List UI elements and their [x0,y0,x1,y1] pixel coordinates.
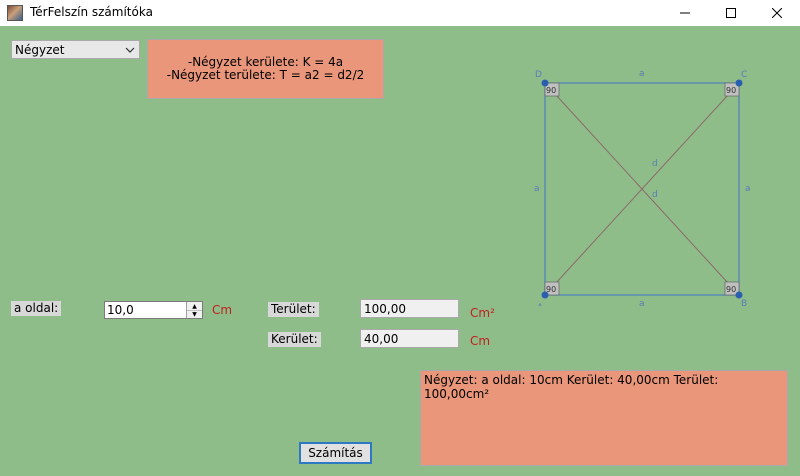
diag-label-1: d [652,159,658,169]
formula-area: -Négyzet területe: T = a2 = d2/2 [166,68,365,82]
side-unit: Cm [212,303,233,317]
side-label-top: a [639,69,645,79]
perimeter-output-value: 40,00 [364,332,399,346]
window-title: TérFelszín számítóka [30,5,153,19]
area-output-value: 100,00 [364,302,406,316]
title-bar: TérFelszín számítóka [0,0,800,26]
result-textbox[interactable]: Négyzet: a oldal: 10cm Kerület: 40,00cm … [420,370,788,466]
close-button[interactable] [754,0,800,26]
area-label: Terület: [268,302,319,317]
vertex-label-a: A [537,303,544,306]
vertex-label-b: B [741,299,747,306]
vertex-label-c: C [741,70,747,80]
calculate-button[interactable]: Számítás [299,442,372,464]
chevron-down-icon [125,47,135,53]
minimize-button[interactable] [662,0,708,26]
shape-select[interactable]: Négyzet [11,40,140,59]
diag-label-2: d [652,190,658,200]
side-label-left: a [534,184,540,194]
maximize-button[interactable] [708,0,754,26]
vertex-b [735,291,743,299]
maximize-icon [726,8,736,18]
formula-info-box: -Négyzet kerülete: K = 4a -Négyzet terül… [147,39,384,99]
side-input[interactable]: 10,0 ▲ ▼ [104,301,203,319]
shape-select-value: Négyzet [15,43,65,57]
app-icon [7,5,23,21]
vertex-d [541,79,549,87]
vertex-label-d: D [535,70,542,80]
side-spinner: ▲ ▼ [186,302,202,318]
vertex-c [735,79,743,87]
angle-label-b: 90 [726,285,736,294]
side-input-value: 10,0 [107,303,134,317]
perimeter-unit: Cm [470,334,491,348]
angle-label-c: 90 [726,86,736,95]
perimeter-label: Kerület: [268,332,321,347]
side-label-bottom: a [639,299,645,306]
side-label: a oldal: [11,301,62,316]
minimize-icon [680,12,690,14]
result-text: Négyzet: a oldal: 10cm Kerület: 40,00cm … [424,373,719,401]
close-icon [772,8,782,18]
client-area: Négyzet -Négyzet kerülete: K = 4a -Négyz… [0,26,800,476]
angle-label-d: 90 [546,86,556,95]
vertex-a [541,291,549,299]
area-unit: Cm² [470,306,495,320]
perimeter-output[interactable]: 40,00 [360,329,459,348]
square-diagram: 90 90 90 90 D C A B a a a a d d [534,69,751,306]
area-output[interactable]: 100,00 [360,299,459,318]
side-label-right: a [745,184,751,194]
spin-down-button[interactable]: ▼ [187,310,202,318]
